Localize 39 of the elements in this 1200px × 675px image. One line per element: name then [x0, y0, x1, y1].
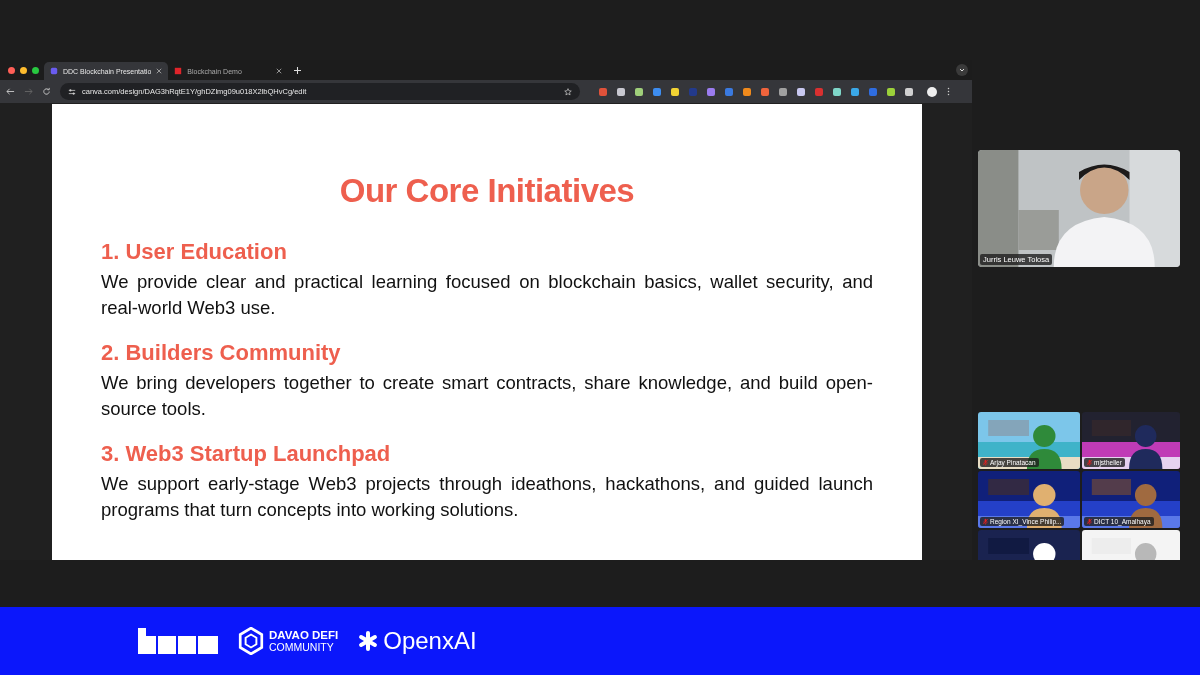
minimize-window-icon[interactable]	[20, 66, 27, 74]
section-text: We support early-stage Web3 projects through ideathons, hackathons, and guided launch programs that turn concepts into working solutions.	[101, 472, 873, 522]
logo-text: DAVAO DEFI	[269, 629, 339, 641]
extension-icon[interactable]	[743, 87, 751, 96]
extension-icon[interactable]	[761, 87, 769, 96]
extension-icon[interactable]	[707, 87, 715, 96]
extension-icon[interactable]	[887, 87, 895, 96]
tab-menu-icon[interactable]	[956, 64, 968, 76]
extension-icon[interactable]	[635, 87, 643, 96]
close-icon[interactable]	[156, 68, 163, 74]
section-text: We bring developers together to create smart contracts, share knowledge, and build open-source tools.	[101, 371, 873, 421]
section-heading: 3. Web3 Startup Launchpad	[101, 440, 392, 468]
reload-icon[interactable]	[42, 87, 51, 96]
hexagon-cube-logo-icon	[238, 627, 264, 655]
bookmark-star-icon[interactable]	[564, 87, 572, 96]
extension-icon[interactable]	[797, 87, 805, 96]
extension-icon[interactable]	[905, 87, 913, 96]
site-settings-icon[interactable]	[68, 87, 76, 96]
extension-icon[interactable]	[779, 87, 787, 96]
extension-icon[interactable]	[671, 87, 679, 96]
logo-text: OpenxAI	[383, 627, 477, 655]
extension-icon[interactable]	[617, 87, 625, 96]
section-heading: 2. Builders Community	[101, 339, 342, 367]
section-text: We provide clear and practical learning focused on blockchain basics, wallet security, and real-world Web3 use.	[101, 270, 873, 320]
asterisk-logo-icon	[358, 631, 379, 651]
section-heading: 1. User Education	[101, 238, 288, 266]
close-window-icon[interactable]	[8, 66, 15, 74]
new-tab-icon[interactable]	[294, 66, 302, 74]
profile-avatar-icon[interactable]	[927, 86, 937, 97]
logo-icon	[174, 67, 183, 75]
close-icon[interactable]	[276, 68, 283, 74]
extension-icon[interactable]	[653, 87, 661, 96]
blocks-logo-icon	[138, 628, 218, 654]
logo-subtext: COMMUNITY	[269, 641, 335, 653]
maximize-window-icon[interactable]	[32, 66, 39, 74]
back-icon[interactable]	[6, 87, 15, 96]
extension-icon[interactable]	[833, 87, 841, 96]
slide-title: Our Core Initiatives	[338, 172, 636, 210]
extension-icon[interactable]	[851, 87, 859, 96]
